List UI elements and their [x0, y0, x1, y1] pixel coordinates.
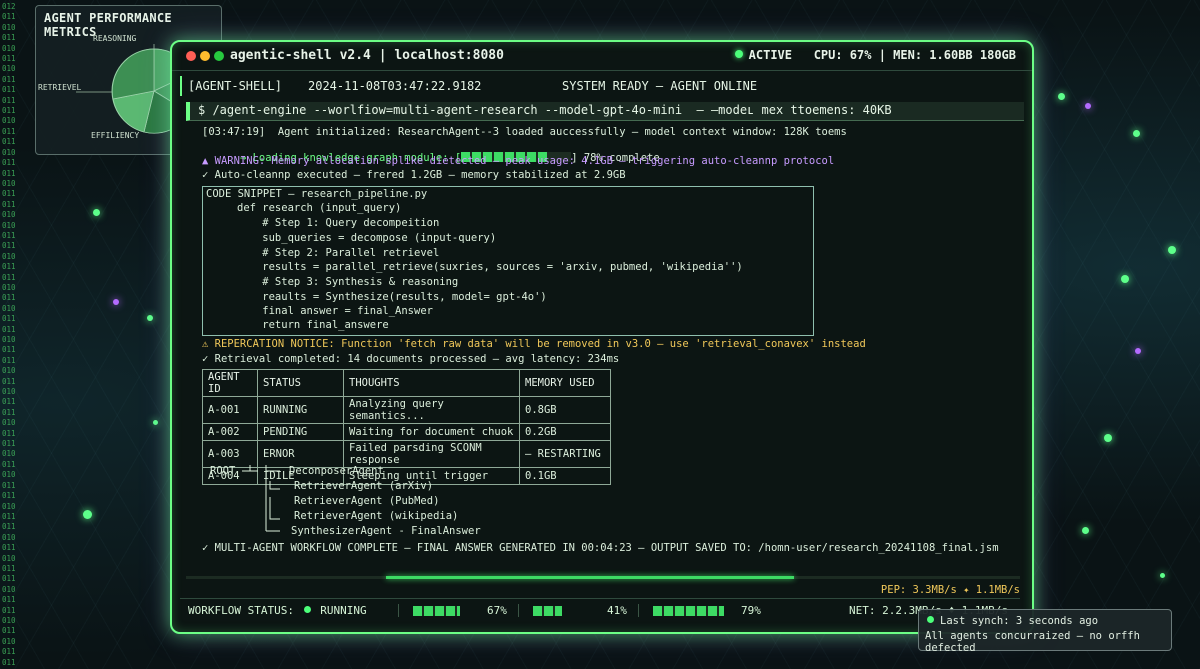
- agent-memory: 0.2GB: [519, 423, 611, 441]
- tree-node[interactable]: RetrieverAgent (wikipedia): [294, 510, 458, 522]
- overall-progress-track: [186, 576, 1020, 579]
- code-line: return final_answere: [237, 319, 389, 331]
- column-header: THOUGHTS: [343, 369, 520, 397]
- cpu-usage: CPU: 67%: [813, 48, 872, 62]
- code-line: # Step 1: Query decompeition: [237, 217, 440, 229]
- shell-timestamp: 2024-11-08T03:47:22.9182: [308, 79, 482, 93]
- sync-text: Last synch: 3 seconds ago: [940, 615, 1099, 627]
- agent-thoughts: Waiting for document chuok: [343, 423, 520, 441]
- glow-dot: [1058, 93, 1065, 100]
- workflow-value: RUNNING: [320, 604, 367, 617]
- terminal-window[interactable]: agentic-shell v2.4 | localhost:8080 ACTI…: [170, 40, 1034, 634]
- agent-memory: 0.8GB: [519, 396, 611, 424]
- running-indicator-icon: [303, 606, 311, 613]
- sync-line: Last synch: 3 seconds ago: [927, 615, 1098, 627]
- tree-root: ROOT: [210, 465, 236, 477]
- glow-dot: [1168, 246, 1176, 254]
- window-status: ACTIVE CPU: 67% | MEN: 1.60BB 180GB: [734, 48, 1016, 62]
- overall-progress-fill: [386, 576, 794, 579]
- table-row[interactable]: A-001 RUNNING Analyzing query semantics.…: [202, 396, 611, 424]
- retrieval-complete: ✓ Retrieval completed: 14 documents proc…: [202, 353, 620, 365]
- bar-label: 67%: [487, 604, 507, 617]
- status-bar: WORKFLOW STATUS: RUNNING 67% 41% 79% NET…: [180, 598, 1020, 623]
- log-cleanup: ✓ Auto-cleannp executed — frered 1.2GB —…: [202, 169, 626, 181]
- code-line: def research (input_query): [237, 202, 402, 214]
- table-header-row: AGENT ID STATUS THOUGHTS MEMORY USED: [202, 369, 611, 397]
- metrics-label-reasoning: REASONING: [93, 34, 137, 43]
- glow-dot: [1133, 130, 1140, 137]
- table-row[interactable]: A-002 PENDING Waiting for document chuok…: [202, 423, 611, 441]
- agent-memory: 0.1GB: [519, 467, 611, 485]
- bar-label: 79%: [741, 604, 761, 617]
- column-header: MEMORY USED: [519, 369, 611, 397]
- window-title: agentic-shell v2.4 | localhost:8080: [230, 48, 504, 63]
- cpu-bar-fill: [413, 606, 460, 616]
- glow-dot: [1160, 573, 1165, 578]
- shell-tag: [AGENT-SHELL]: [188, 79, 282, 93]
- maximize-window-button[interactable]: [214, 51, 224, 61]
- metrics-label-retrieval: RETRIEVEL: [38, 83, 82, 92]
- glow-dot: [1085, 103, 1091, 109]
- active-status: ACTIVE: [748, 48, 792, 62]
- agent-thoughts: Analyzing query semantics...: [343, 396, 520, 424]
- tree-node[interactable]: DeconposerAgent: [289, 465, 384, 477]
- agent-memory: — RESTARTING: [519, 440, 611, 468]
- glow-dot: [147, 315, 153, 321]
- status-bar-segment: 79%: [638, 604, 779, 617]
- sync-indicator-icon: [927, 616, 934, 623]
- code-line: reaults = Synthesize(results, model= gpt…: [237, 291, 547, 303]
- glow-dot: [1121, 275, 1129, 283]
- log-init: [03:47:19] Agent initialized: ResearchAg…: [202, 126, 847, 138]
- glow-dot: [83, 510, 92, 519]
- code-line: # Step 3: Synthesis & reasoning: [237, 276, 459, 288]
- binary-stream: 012 011 010 011 010 011 010 011 011 011 …: [2, 2, 16, 667]
- code-line: final answer = final_Answer: [237, 305, 433, 317]
- sync-agents-text: All agents concurraized — no orffh defec…: [925, 630, 1140, 654]
- tree-node[interactable]: RetrieverAgent (arXiv): [294, 480, 433, 492]
- column-header: STATUS: [257, 369, 344, 397]
- sync-toast[interactable]: Last synch: 3 seconds ago All agents con…: [918, 609, 1172, 654]
- command-text: $ /agent-engine --worlfiow=multi-agent-r…: [198, 103, 892, 117]
- glow-dot: [1104, 434, 1112, 442]
- code-snippet-box: CODE SNIPPET — research_pipeline.py def …: [202, 186, 814, 336]
- pep-throughput: PEP: 3.3MB/s ✦ 1.1MB/s: [880, 584, 1020, 596]
- memory-usage: MEN: 1.60BB 180GB: [893, 48, 1016, 62]
- code-line: results = parallel_retrieve(suxries, sou…: [237, 261, 743, 273]
- deprecation-notice: ⚠ REPERCATION NOTICE: Function 'fetch ra…: [202, 338, 866, 350]
- glow-dot: [1135, 348, 1141, 354]
- tree-node[interactable]: RetrieverAgent (PubMed): [294, 495, 439, 507]
- workflow-complete: ✓ MULTI-AGENT WORKFLOW COMPLETE — FINAL …: [202, 542, 999, 554]
- agent-status: RUNNING: [257, 396, 344, 424]
- code-line: sub_queries = decompose (input-query): [237, 232, 497, 244]
- workflow-label: WORKFLOW STATUS:: [188, 604, 294, 617]
- agent-id: A-002: [202, 423, 258, 441]
- agent-thoughts: Failed parsding SCONM response: [343, 440, 520, 468]
- window-titlebar[interactable]: agentic-shell v2.4 | localhost:8080 ACTI…: [172, 42, 1032, 71]
- workflow-status: WORKFLOW STATUS: RUNNING: [188, 604, 367, 617]
- status-bar-segment: 41%: [518, 604, 631, 617]
- agent-id: A-001: [202, 396, 258, 424]
- command-line[interactable]: $ /agent-engine --worlfiow=multi-agent-r…: [186, 102, 1024, 121]
- glow-dot: [153, 420, 158, 425]
- tree-connectors: [242, 465, 280, 532]
- memory-bar-fill: [533, 606, 562, 616]
- column-header: AGENT ID: [202, 369, 258, 397]
- bar-label: 41%: [607, 604, 627, 617]
- glow-dot: [113, 299, 119, 305]
- log-warning: ▲ WARNING: Memory allocation splike diet…: [202, 155, 835, 167]
- code-line: # Step 2: Parallel retrievel: [237, 247, 440, 259]
- close-window-button[interactable]: [186, 51, 196, 61]
- system-status: SYSTEM READY — AGENT ONLINE: [562, 79, 758, 93]
- glow-dot: [1082, 527, 1089, 534]
- code-snippet-header: CODE SNIPPET — research_pipeline.py: [206, 188, 428, 200]
- status-bar-segment: 67%: [398, 604, 511, 617]
- minimize-window-button[interactable]: [200, 51, 210, 61]
- agent-status: PENDING: [257, 423, 344, 441]
- network-bar-fill: [653, 606, 725, 616]
- tree-node[interactable]: SynthesizerAgent - FinalAnswer: [291, 525, 481, 537]
- shell-header: [AGENT-SHELL] 2024-11-08T03:47:22.9182 S…: [180, 76, 1022, 96]
- active-indicator-icon: [734, 50, 743, 58]
- metrics-label-efficiency: EFFILIENCY: [91, 131, 140, 140]
- glow-dot: [93, 209, 100, 216]
